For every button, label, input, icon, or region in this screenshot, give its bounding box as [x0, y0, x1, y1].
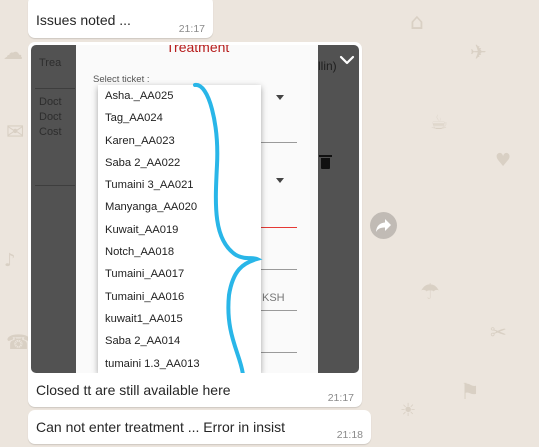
bg-text: Doct — [39, 111, 62, 123]
message-caption: Closed tt are still available here — [36, 382, 231, 398]
message-text: Issues noted ... — [36, 12, 131, 28]
dropdown-option[interactable]: Manyanga_AA020 — [98, 196, 261, 218]
dropdown-option[interactable]: tumaini 1.3_AA013 — [98, 353, 261, 373]
chevron-down-icon[interactable] — [339, 54, 355, 66]
bg-text: Trea — [39, 57, 62, 69]
dropdown-option[interactable]: Karen_AA023 — [98, 130, 261, 152]
field-underline-error — [261, 227, 297, 228]
message-bubble-issues-noted[interactable]: Issues noted ... 21:17 — [28, 0, 213, 38]
field-underline — [261, 310, 297, 311]
dropdown-option[interactable]: Tag_AA024 — [98, 107, 261, 129]
dropdown-option[interactable]: Notch_AA018 — [98, 241, 261, 263]
dropdown-option[interactable]: Saba 2_AA022 — [98, 152, 261, 174]
divider — [35, 185, 75, 186]
field-underline — [261, 142, 297, 143]
dropdown-option[interactable]: Kuwait_AA019 — [98, 219, 261, 241]
bg-text: Doct — [39, 96, 62, 108]
forward-arrow-icon — [376, 219, 391, 232]
message-time: 21:17 — [327, 392, 354, 404]
divider — [35, 88, 75, 89]
currency-label: KSH — [262, 292, 285, 304]
attached-screenshot[interactable]: Trea Doct Doct Cost S llin) Treatment Se… — [31, 45, 359, 373]
dropdown-arrow-icon[interactable] — [276, 95, 284, 100]
message-text: Can not enter treatment ... Error in ins… — [36, 419, 285, 435]
bg-text: Cost — [39, 126, 62, 138]
message-time: 21:17 — [178, 23, 205, 35]
screen-title: Treatment — [166, 45, 230, 55]
select-ticket-label: Select ticket : — [93, 74, 150, 85]
bg-text: llin) — [318, 59, 337, 73]
dropdown-option[interactable]: Tumaini_AA017 — [98, 263, 261, 285]
dropdown-arrow-icon[interactable] — [276, 178, 284, 183]
forward-button[interactable] — [370, 212, 397, 239]
message-bubble-image[interactable]: Trea Doct Doct Cost S llin) Treatment Se… — [28, 42, 362, 407]
field-underline — [261, 269, 297, 270]
dropdown-option[interactable]: kuwait1_AA015 — [98, 308, 261, 330]
dropdown-option[interactable]: Asha._AA025 — [98, 85, 261, 107]
field-underline — [261, 352, 297, 353]
dropdown-option[interactable]: Tumaini_AA016 — [98, 286, 261, 308]
message-time: 21:18 — [336, 429, 363, 441]
message-bubble-error[interactable]: Can not enter treatment ... Error in ins… — [28, 410, 371, 444]
dropdown-option[interactable]: Tumaini 3_AA021 — [98, 174, 261, 196]
ticket-dropdown-list[interactable]: Asha._AA025 Tag_AA024 Karen_AA023 Saba 2… — [98, 85, 261, 373]
trash-icon[interactable] — [319, 155, 332, 169]
dropdown-option[interactable]: Saba 2_AA014 — [98, 330, 261, 352]
